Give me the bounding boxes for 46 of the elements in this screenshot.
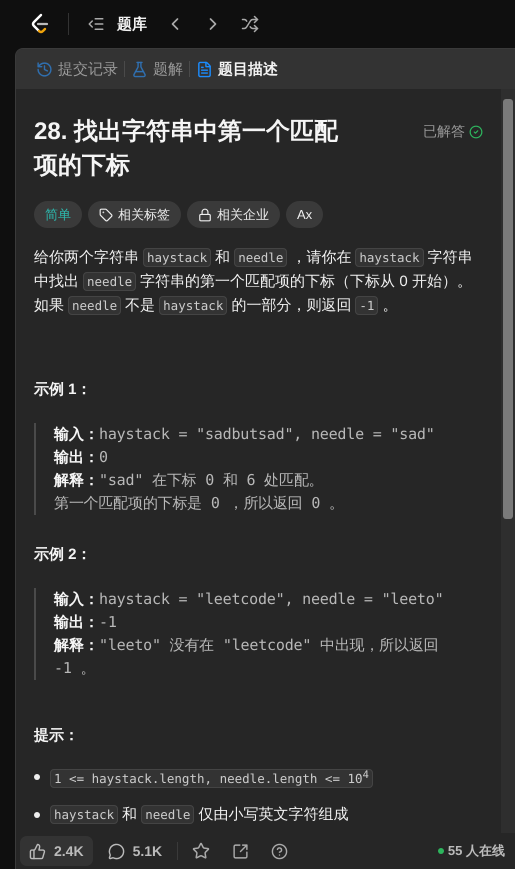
example-value: "sad" 在下标 0 和 6 处匹配。 xyxy=(99,471,324,489)
tag-button[interactable]: 相关企业 xyxy=(187,201,280,228)
constraint-text: haystack 和 needle 仅由小写英文字符组成 xyxy=(46,803,348,828)
tab[interactable]: 提交记录 xyxy=(30,60,124,78)
difficulty-tag[interactable]: 简单 xyxy=(34,201,82,228)
document-icon xyxy=(196,60,213,78)
example-value: -1 。 xyxy=(54,659,96,677)
example-value: 0 xyxy=(99,448,108,466)
solved-status: 已解答 xyxy=(423,123,465,141)
example-label: 输出： xyxy=(54,449,99,466)
shuffle-icon[interactable] xyxy=(241,15,259,33)
bullet-icon xyxy=(34,812,40,818)
speech-bubble-icon xyxy=(108,842,125,860)
logo-icon[interactable] xyxy=(30,13,50,35)
check-circle-icon xyxy=(469,125,483,139)
example-value: 第一个匹配项的下标是 0 ，所以返回 0 。 xyxy=(54,494,344,512)
example-value: "leeto" 没有在 "leetcode" 中出现，所以返回 xyxy=(99,636,438,654)
example-label: 输入： xyxy=(54,426,99,443)
example-label: 输入： xyxy=(54,591,99,608)
tag-icon xyxy=(99,208,113,222)
scrollbar[interactable] xyxy=(501,89,515,833)
thumbs-up-icon xyxy=(29,842,46,860)
example-value: -1 xyxy=(99,613,117,631)
problem-title: 28. 找出字符串中第一个匹配项的下标 xyxy=(34,117,340,181)
tab[interactable]: 题解 xyxy=(125,60,189,78)
bullet-icon xyxy=(34,774,40,780)
example-heading: 示例 2： xyxy=(34,545,93,564)
example-label: 输出： xyxy=(54,614,99,631)
tag-button[interactable]: 相关标签 xyxy=(88,201,181,228)
tab[interactable]: 题目描述 xyxy=(190,60,284,78)
page-title[interactable]: 题库 xyxy=(117,14,147,34)
like-button[interactable]: 2.4K xyxy=(20,836,93,866)
comment-button[interactable]: 5.1K xyxy=(98,836,172,866)
flask-icon xyxy=(131,60,148,78)
online-count: 55 人在线 xyxy=(438,842,505,860)
history-icon xyxy=(36,60,53,78)
translate-button[interactable]: Ax xyxy=(286,201,324,228)
list-icon[interactable] xyxy=(87,15,105,33)
example-value: haystack = "leetcode", needle = "leeto" xyxy=(99,590,444,608)
example-label: 解释： xyxy=(54,472,99,489)
problem-description: 给你两个字符串 haystack 和 needle ，请你在 haystack 字符串中找出 needle 字符串的第一个匹配项的下标（下标从 0 开始）。如果 needle 不是 haystack 的一部分，则返回 -1 。 xyxy=(34,247,474,317)
example-heading: 示例 1： xyxy=(34,380,93,399)
lock-icon xyxy=(198,208,212,222)
constraints-heading: 提示： xyxy=(34,726,80,745)
example-label: 解释： xyxy=(54,637,99,654)
example-value: haystack = "sadbutsad", needle = "sad" xyxy=(99,425,435,443)
